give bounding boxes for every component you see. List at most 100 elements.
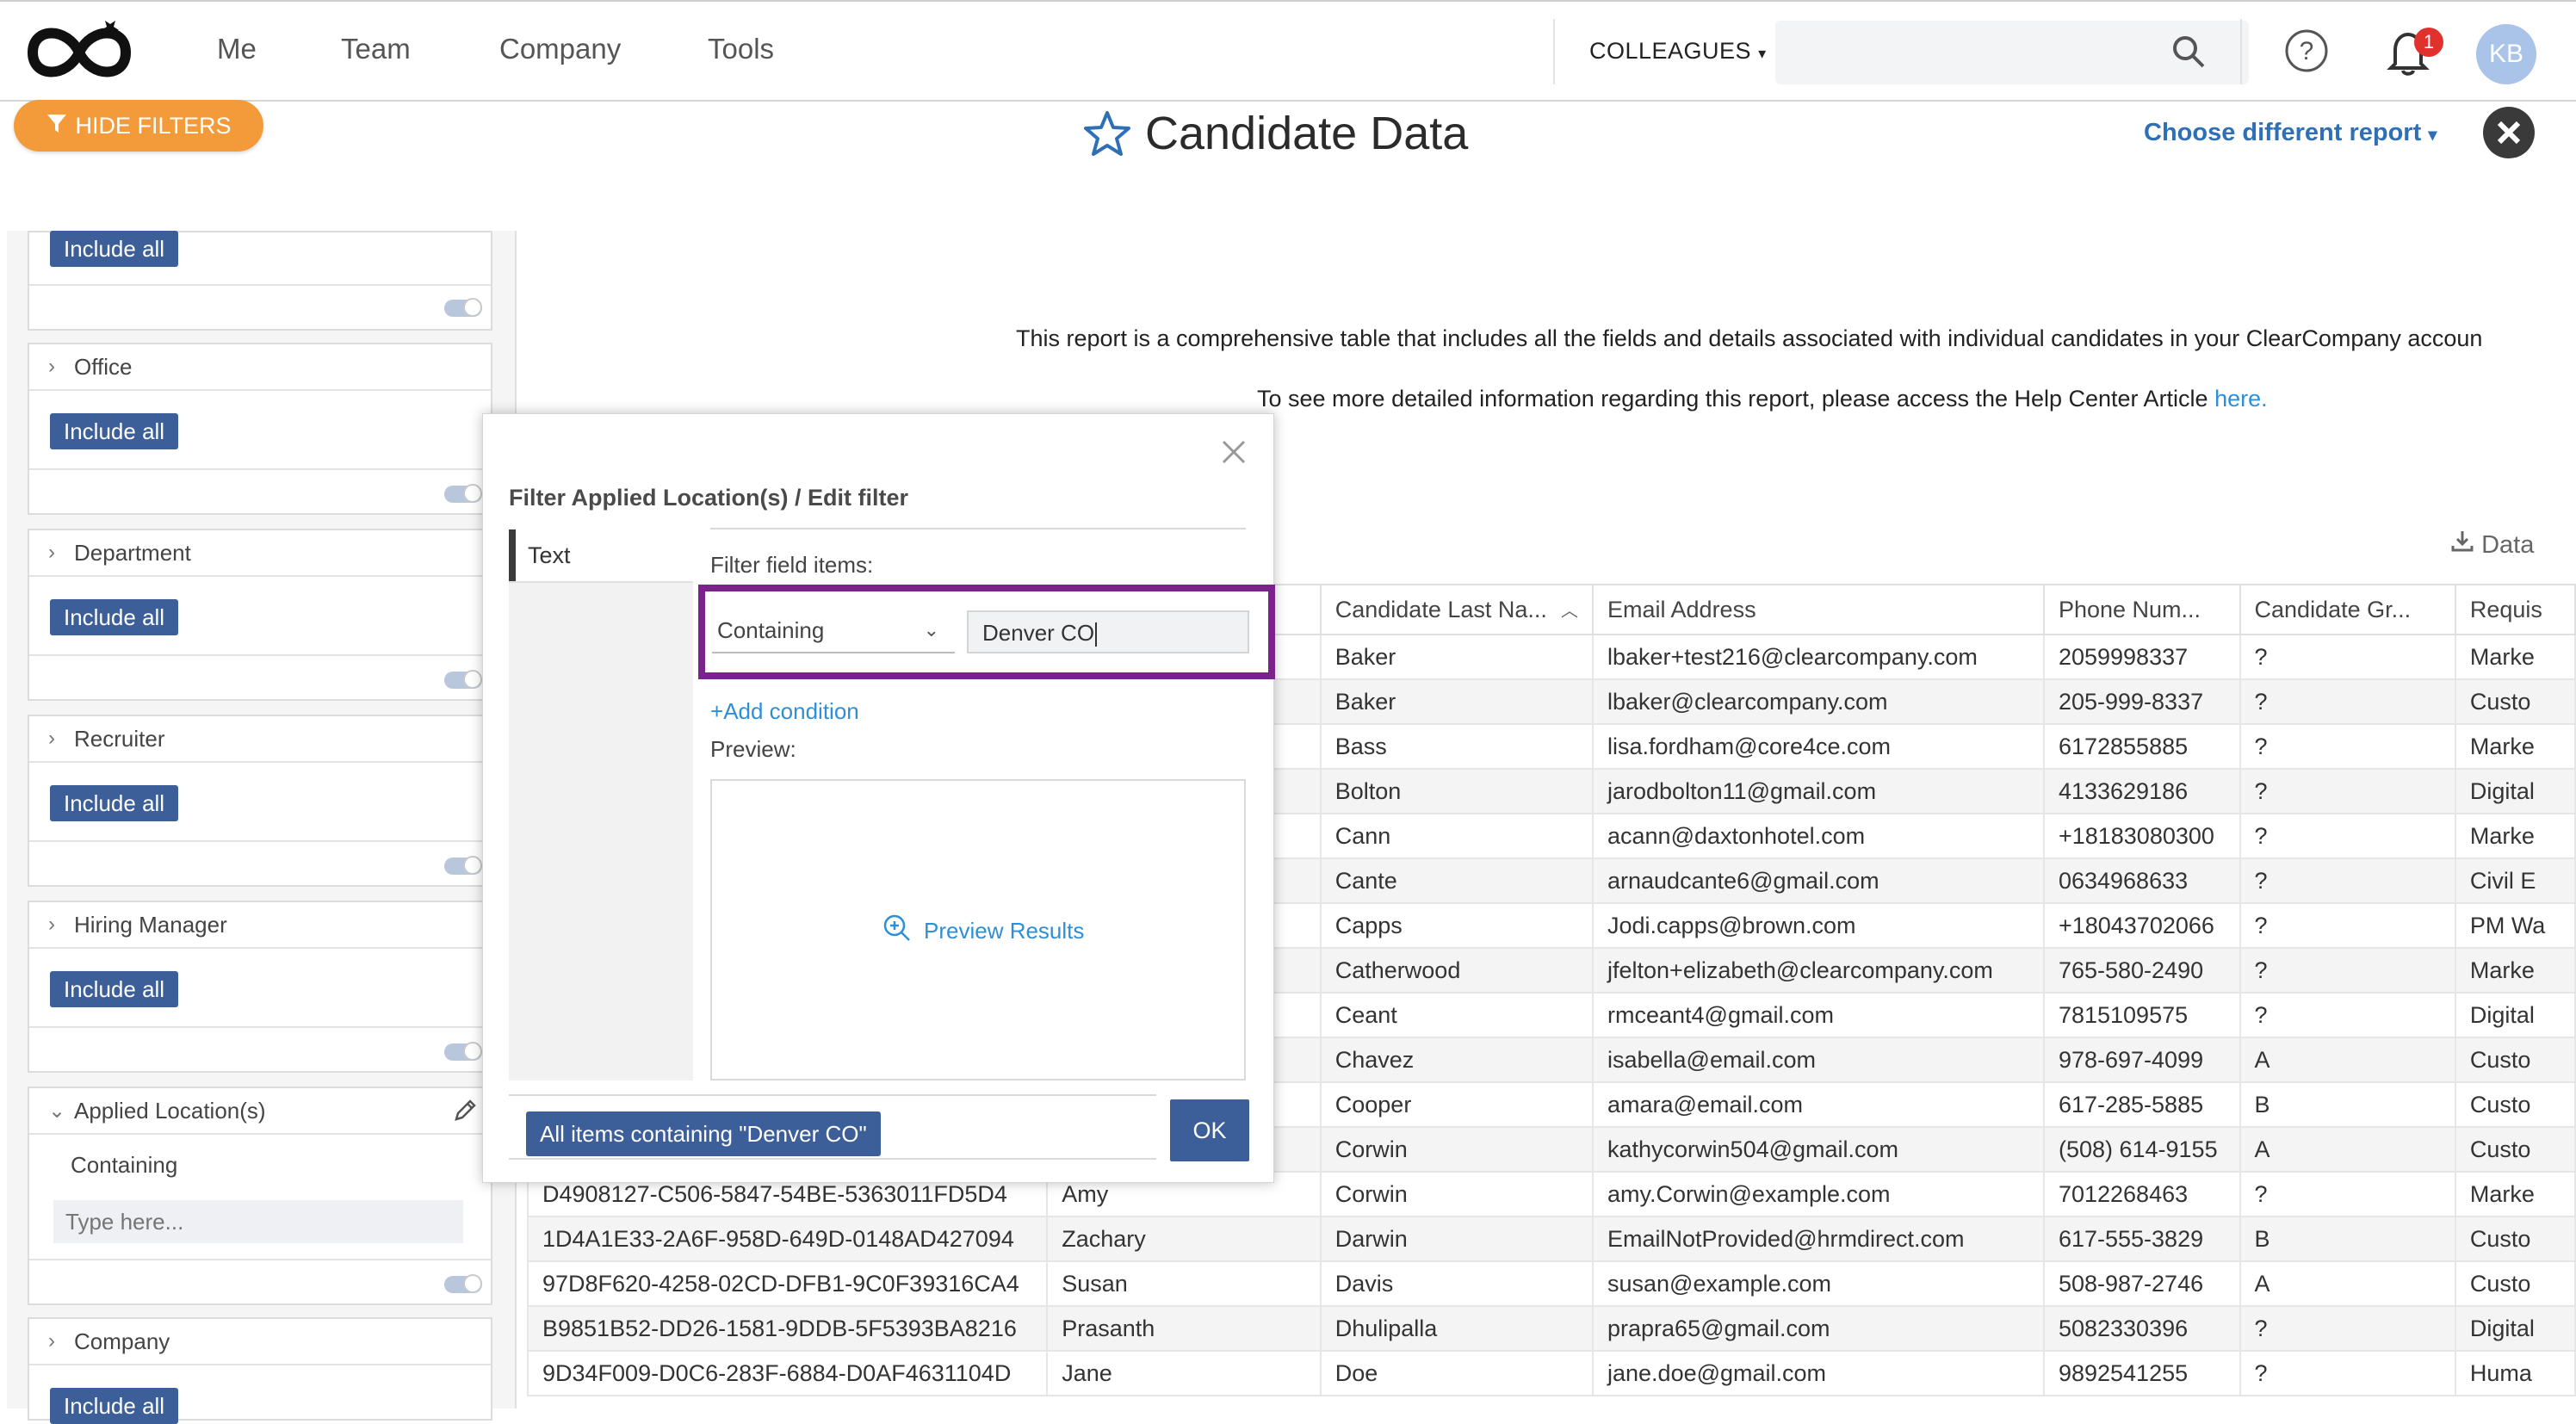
divider: [29, 654, 491, 656]
condition-select[interactable]: Containing ⌄: [712, 607, 955, 653]
table-cell: Catherwood: [1319, 947, 1595, 994]
nav-company[interactable]: Company: [499, 33, 621, 65]
filter-toggle[interactable]: [444, 298, 482, 317]
condition-value-input[interactable]: Denver CO: [967, 610, 1249, 653]
include-all-button[interactable]: Include all: [50, 971, 179, 1007]
divider: [29, 840, 491, 842]
include-all-button[interactable]: Include all: [50, 231, 179, 267]
add-condition-link[interactable]: +Add condition: [710, 698, 859, 725]
table-cell: Digital: [2454, 1305, 2576, 1352]
colleagues-dropdown[interactable]: COLLEAGUES ▾: [1589, 38, 1767, 65]
column-header[interactable]: Email Address: [1592, 584, 2045, 635]
include-all-button[interactable]: Include all: [50, 599, 179, 635]
ok-button[interactable]: OK: [1170, 1099, 1249, 1161]
column-header[interactable]: Candidate Last Na... ︿: [1319, 584, 1595, 635]
table-cell: Chavez: [1319, 1037, 1595, 1083]
edit-filter-modal: Filter Applied Location(s) / Edit filter…: [482, 413, 1275, 1183]
nav-me[interactable]: Me: [217, 33, 257, 65]
table-cell: Corwin: [1319, 1126, 1595, 1173]
table-cell: Dhulipalla: [1319, 1305, 1595, 1352]
table-row[interactable]: 97D8F620-4258-02CD-DFB1-9C0F39316CA4 Susa…: [527, 1260, 2576, 1307]
table-cell: 97D8F620-4258-02CD-DFB1-9C0F39316CA4: [527, 1260, 1049, 1307]
nav-divider: [1553, 19, 1555, 84]
filter-card-department: › Department Include all: [28, 529, 492, 701]
table-cell: 5082330396: [2042, 1305, 2241, 1352]
table-row[interactable]: 1D4A1E33-2A6F-958D-649D-0148AD427094 Zach…: [527, 1216, 2576, 1262]
table-cell: 617-285-5885: [2042, 1081, 2241, 1128]
column-header[interactable]: Candidate Gr...: [2239, 584, 2456, 635]
filter-header[interactable]: ⌄ Applied Location(s): [29, 1088, 491, 1135]
include-all-button[interactable]: Include all: [50, 785, 179, 821]
choose-report-dropdown[interactable]: Choose different report ▾: [2144, 119, 2437, 147]
table-cell: Custo: [2454, 1126, 2576, 1173]
table-cell: jarodbolton11@gmail.com: [1592, 768, 2045, 814]
page-title: Candidate Data: [1145, 108, 1469, 159]
preview-results-button[interactable]: Preview Results: [882, 913, 1084, 949]
include-all-button[interactable]: Include all: [50, 1388, 179, 1424]
column-header[interactable]: Phone Num...: [2042, 584, 2241, 635]
table-cell: Bass: [1319, 723, 1595, 770]
table-cell: Doe: [1319, 1350, 1595, 1396]
column-header-label: Requis: [2469, 596, 2542, 622]
search-icon[interactable]: [2170, 33, 2208, 71]
table-cell: EmailNotProvided@hrmdirect.com: [1592, 1216, 2045, 1262]
table-cell: Jane: [1046, 1350, 1322, 1396]
table-cell: 0634968633: [2042, 857, 2241, 904]
table-cell: A: [2239, 1126, 2456, 1173]
filter-header[interactable]: › Office: [29, 344, 491, 391]
table-cell: 1D4A1E33-2A6F-958D-649D-0148AD427094: [527, 1216, 1049, 1262]
tab-text[interactable]: Text: [509, 529, 693, 581]
table-cell: Capps: [1319, 902, 1595, 949]
table-cell: Custo: [2454, 1216, 2576, 1262]
filter-toggle[interactable]: [444, 484, 482, 503]
edit-pencil-icon[interactable]: [451, 1097, 479, 1130]
hide-filters-button[interactable]: HIDE FILTERS: [14, 100, 263, 152]
close-report-button[interactable]: [2483, 107, 2535, 158]
table-cell: lbaker@clearcompany.com: [1592, 678, 2045, 725]
filter-header[interactable]: › Company: [29, 1319, 491, 1365]
table-cell: Custo: [2454, 1260, 2576, 1307]
filter-toggle[interactable]: [444, 1042, 482, 1061]
filter-title: Company: [74, 1328, 170, 1354]
add-condition-label: Add condition: [723, 698, 859, 724]
table-cell: Cann: [1319, 813, 1595, 859]
close-icon[interactable]: [1217, 435, 1251, 469]
filter-header[interactable]: › Department: [29, 530, 491, 577]
column-header[interactable]: Requis: [2454, 584, 2576, 635]
filter-summary-chip: All items containing "Denver CO": [526, 1111, 881, 1156]
location-text-input[interactable]: [53, 1200, 463, 1243]
filter-toggle[interactable]: [444, 670, 482, 689]
company-logo[interactable]: [15, 14, 143, 91]
table-cell: Digital: [2454, 992, 2576, 1038]
divider: [509, 1158, 1156, 1160]
table-row[interactable]: B9851B52-DD26-1581-9DDB-5F5393BA8216 Pras…: [527, 1305, 2576, 1352]
sort-ascending-icon[interactable]: ︿: [1561, 597, 1578, 622]
table-cell: 205-999-8337: [2042, 678, 2241, 725]
filter-toggle[interactable]: [444, 1274, 482, 1293]
filter-toggle[interactable]: [444, 856, 482, 875]
help-center-link[interactable]: here.: [2214, 386, 2268, 412]
preview-results-label: Preview Results: [924, 918, 1085, 944]
table-cell: ?: [2239, 947, 2456, 994]
table-row[interactable]: 9D34F009-D0C6-283F-6884-D0AF4631104D Jane…: [527, 1350, 2576, 1396]
filter-header[interactable]: › Hiring Manager: [29, 902, 491, 949]
include-all-button[interactable]: Include all: [50, 413, 179, 449]
favorite-star-icon[interactable]: [1081, 108, 1133, 160]
user-avatar[interactable]: KB: [2476, 24, 2536, 84]
filter-title: Hiring Manager: [74, 911, 227, 938]
divider: [29, 1026, 491, 1028]
table-cell: (508) 614-9155: [2042, 1126, 2241, 1173]
table-cell: +18183080300: [2042, 813, 2241, 859]
filter-header[interactable]: › Recruiter: [29, 716, 491, 763]
data-export-button[interactable]: Data: [2450, 529, 2534, 560]
help-icon[interactable]: ?: [2283, 28, 2330, 74]
table-cell: Custo: [2454, 1081, 2576, 1128]
nav-tools[interactable]: Tools: [708, 33, 774, 65]
table-cell: ?: [2239, 1171, 2456, 1217]
divider: [29, 468, 491, 470]
nav-team[interactable]: Team: [341, 33, 411, 65]
filter-card: Include all: [28, 231, 492, 331]
svg-text:?: ?: [2300, 37, 2314, 65]
divider: [509, 1094, 1156, 1096]
table-cell: ?: [2239, 1305, 2456, 1352]
